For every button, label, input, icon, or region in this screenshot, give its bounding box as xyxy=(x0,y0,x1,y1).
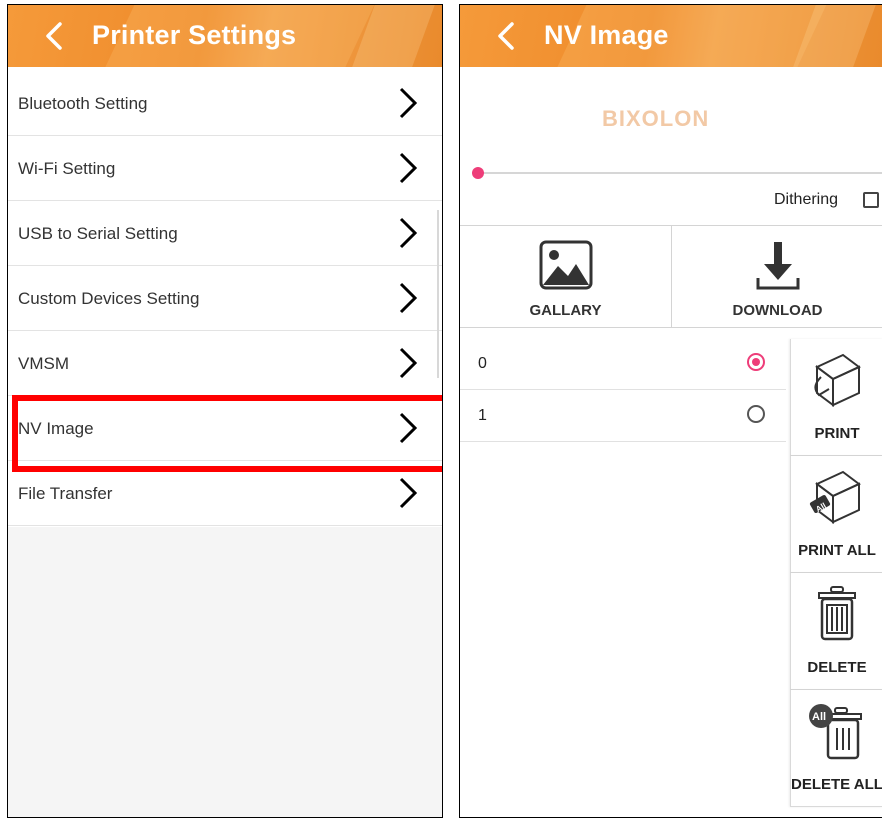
settings-item-custom-devices[interactable]: Custom Devices Setting xyxy=(8,266,442,331)
chevron-right-icon xyxy=(399,87,418,119)
back-arrow-icon[interactable] xyxy=(38,18,74,54)
chevron-right-icon xyxy=(399,282,418,314)
print-button[interactable]: PRINT xyxy=(790,339,882,456)
chevron-right-icon xyxy=(399,347,418,379)
download-button[interactable]: DOWNLOAD xyxy=(672,226,882,327)
list-empty-area xyxy=(8,527,442,817)
radio-unselected[interactable] xyxy=(747,405,765,423)
printer-icon: All xyxy=(809,470,861,524)
radio-selected[interactable] xyxy=(747,353,765,371)
app-header: Printer Settings xyxy=(8,5,442,67)
download-label: DOWNLOAD xyxy=(732,302,823,319)
printer-settings-screen: Printer Settings Bluetooth Setting Wi-Fi… xyxy=(7,4,443,818)
settings-item-wifi[interactable]: Wi-Fi Setting xyxy=(8,136,442,201)
settings-item-label: VMSM xyxy=(18,354,69,373)
print-all-button[interactable]: All PRINT ALL xyxy=(790,456,882,573)
delete-button[interactable]: DELETE xyxy=(790,573,882,690)
settings-item-label: USB to Serial Setting xyxy=(18,224,178,243)
gallery-label: GALLARY xyxy=(529,302,602,319)
trash-icon xyxy=(818,586,856,641)
settings-item-label: File Transfer xyxy=(18,484,113,503)
printer-icon xyxy=(814,353,861,407)
page-title: NV Image xyxy=(544,20,669,50)
image-list-item[interactable]: 1 xyxy=(460,390,786,442)
chevron-right-icon xyxy=(399,152,418,184)
app-header: NV Image xyxy=(460,5,882,67)
settings-item-vmsm[interactable]: VMSM xyxy=(8,331,442,396)
page-title: Printer Settings xyxy=(92,20,297,50)
delete-all-label: DELETE ALL xyxy=(791,776,882,793)
settings-item-label: Custom Devices Setting xyxy=(18,289,200,308)
chevron-right-icon xyxy=(399,477,418,509)
image-name: 1 xyxy=(478,407,487,424)
image-name: 0 xyxy=(478,355,487,372)
download-icon xyxy=(756,242,799,290)
dithering-checkbox[interactable] xyxy=(863,192,879,208)
delete-label: DELETE xyxy=(807,659,867,676)
dithering-label: Dithering xyxy=(774,191,839,208)
image-list-item[interactable]: 0 xyxy=(460,338,786,390)
tool-row: GALLARY DOWNLOAD xyxy=(460,225,882,328)
bixolon-logo: BIXOLON xyxy=(602,106,710,131)
scrollbar[interactable] xyxy=(437,210,439,378)
settings-item-usb-serial[interactable]: USB to Serial Setting xyxy=(8,201,442,266)
print-label: PRINT xyxy=(814,425,860,442)
action-panel: PRINT All PRINT ALL DELETE All DELETE AL… xyxy=(790,339,882,807)
settings-item-label: Bluetooth Setting xyxy=(18,94,148,113)
image-icon xyxy=(539,240,592,290)
chevron-right-icon xyxy=(399,217,418,249)
image-list: 0 1 xyxy=(460,338,786,442)
delete-all-button[interactable]: All DELETE ALL xyxy=(790,690,882,807)
threshold-slider[interactable] xyxy=(478,172,882,174)
trash-icon: All xyxy=(809,704,862,760)
gallery-button[interactable]: GALLARY xyxy=(460,226,672,327)
svg-text:All: All xyxy=(812,711,826,723)
slider-thumb[interactable] xyxy=(472,167,484,179)
nv-image-screen: NV Image BIXOLON Dithering GALLARY DOWNL… xyxy=(459,4,882,818)
settings-item-label: Wi-Fi Setting xyxy=(18,159,116,178)
settings-item-bluetooth[interactable]: Bluetooth Setting xyxy=(8,71,442,136)
highlight-box xyxy=(12,395,442,472)
back-arrow-icon[interactable] xyxy=(490,18,526,54)
print-all-label: PRINT ALL xyxy=(798,542,876,559)
